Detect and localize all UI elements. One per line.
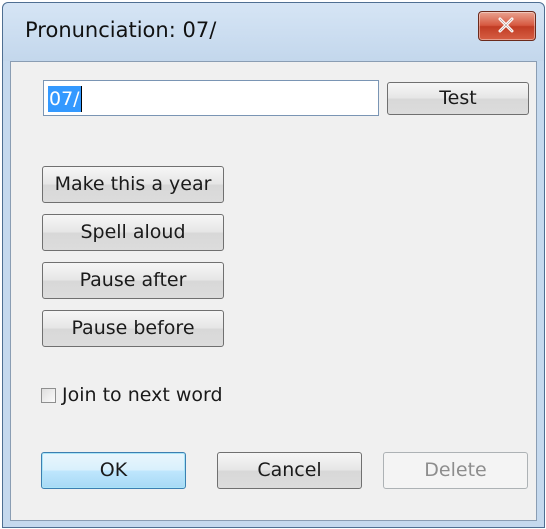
ok-button[interactable]: OK — [41, 452, 186, 489]
pause-after-button[interactable]: Pause after — [42, 262, 224, 299]
close-button[interactable] — [478, 11, 536, 41]
close-icon — [498, 17, 514, 33]
text-caret — [81, 86, 82, 112]
pronunciation-input[interactable]: 07/ — [43, 80, 379, 116]
pause-before-button[interactable]: Pause before — [42, 310, 224, 347]
selected-input-text: 07/ — [48, 86, 81, 112]
join-to-next-word-option[interactable]: Join to next word — [41, 382, 223, 408]
dialog-body: 07/ Test Make this a year Spell aloud Pa… — [10, 61, 537, 521]
test-button[interactable]: Test — [387, 82, 529, 115]
delete-button: Delete — [383, 452, 528, 489]
make-this-a-year-button[interactable]: Make this a year — [42, 166, 224, 203]
title-bar[interactable]: Pronunciation: 07/ — [3, 3, 544, 61]
join-to-next-word-label: Join to next word — [62, 384, 223, 406]
spell-aloud-button[interactable]: Spell aloud — [42, 214, 224, 251]
pronunciation-dialog: Pronunciation: 07/ 07/ Test Make this a … — [2, 2, 545, 528]
cancel-button[interactable]: Cancel — [217, 452, 362, 489]
dialog-title: Pronunciation: 07/ — [25, 18, 217, 42]
join-to-next-word-checkbox[interactable] — [41, 387, 56, 403]
